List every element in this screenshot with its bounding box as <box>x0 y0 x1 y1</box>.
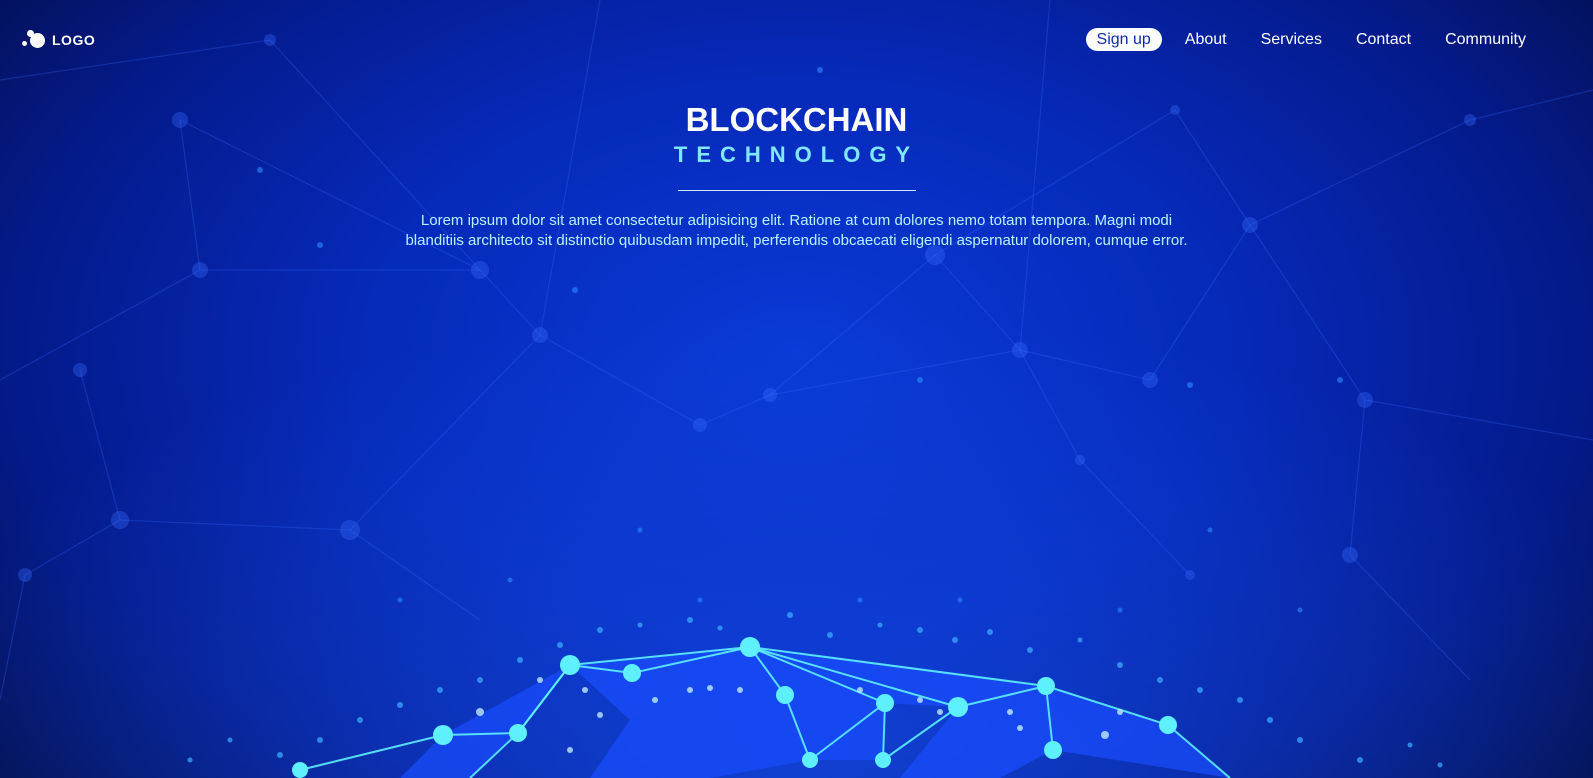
nav-about[interactable]: About <box>1174 28 1238 51</box>
hero-subtitle: TECHNOLOGY <box>673 142 920 167</box>
nav-sign-up[interactable]: Sign up <box>1085 28 1162 51</box>
main-nav: Sign up About Services Contact Community <box>1085 28 1537 51</box>
hero-divider <box>677 190 916 191</box>
nav-community[interactable]: Community <box>1434 28 1537 51</box>
nav-services[interactable]: Services <box>1250 28 1333 51</box>
hero-description: Lorem ipsum dolor sit amet consectetur a… <box>405 212 1188 249</box>
nav-contact[interactable]: Contact <box>1345 28 1422 51</box>
logo[interactable]: LOGO <box>22 30 95 50</box>
hero-section: BLOCKCHAIN TECHNOLOGY Lorem ipsum dolor … <box>0 100 1593 251</box>
hero-title: BLOCKCHAIN <box>685 101 908 138</box>
landing-page: LOGO Sign up About Services Contact Comm… <box>0 0 1593 778</box>
logo-text: LOGO <box>52 32 96 48</box>
logo-mark-icon <box>22 30 48 50</box>
